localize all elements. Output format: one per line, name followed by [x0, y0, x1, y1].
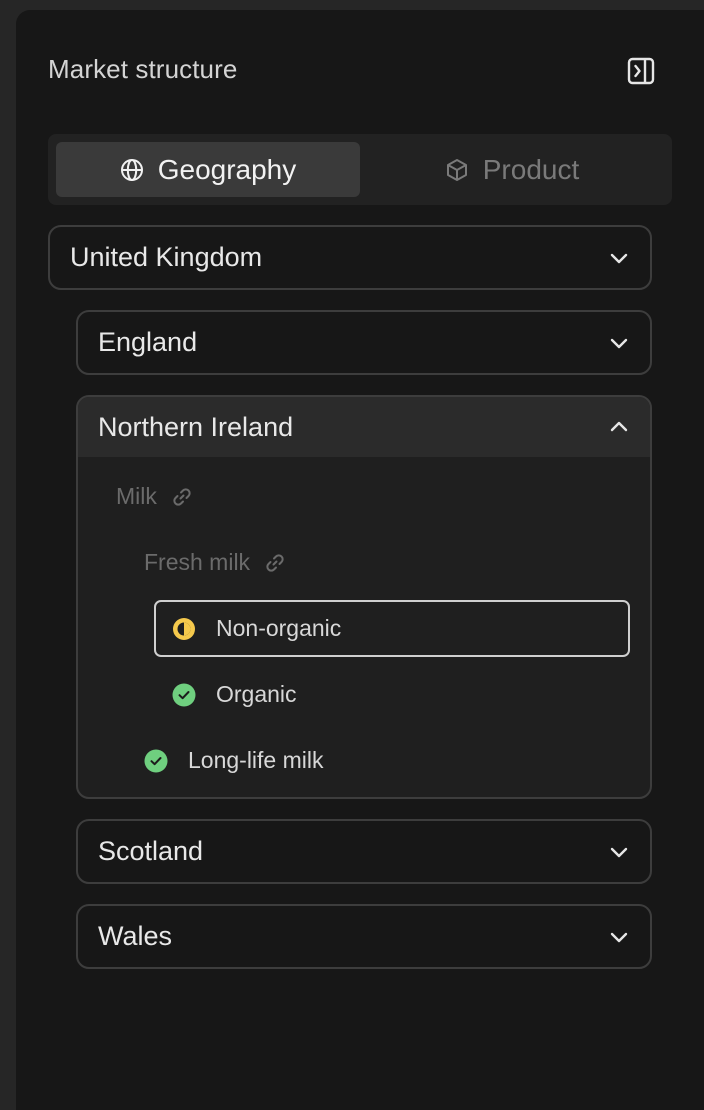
- in-progress-icon: [173, 617, 195, 640]
- tree-item-label: Organic: [216, 681, 297, 707]
- link-icon: [173, 487, 191, 506]
- tree-item-label: Milk: [116, 483, 157, 509]
- accordion-label: United Kingdom: [70, 242, 263, 272]
- accordion-header-wales[interactable]: Wales: [78, 906, 650, 967]
- chevron-up-icon: [608, 416, 630, 438]
- accordion-label: Scotland: [98, 836, 204, 866]
- tree-item-organic[interactable]: Organic: [172, 681, 297, 708]
- tab-product-label: Product: [482, 153, 580, 185]
- accordion-label: Northern Ireland: [98, 411, 294, 442]
- accordion-label: England: [98, 327, 198, 357]
- check-circle-icon: [144, 749, 168, 772]
- tree-item-fresh-milk[interactable]: Fresh milk: [144, 549, 286, 576]
- structure-tabs: Geography Product: [48, 134, 672, 205]
- sidebar-collapse-icon: [627, 57, 655, 85]
- accordion-united-kingdom: United Kingdom: [48, 225, 652, 290]
- market-structure-panel: Market structure Geography Product Unite…: [16, 10, 704, 1110]
- tree-item-label: Long-life milk: [188, 747, 324, 773]
- accordion-scotland: Scotland: [76, 819, 652, 884]
- accordion-label: Wales: [98, 921, 173, 951]
- tab-product[interactable]: Product: [360, 142, 664, 197]
- tree-item-label: Non-organic: [216, 615, 342, 641]
- chevron-down-icon: [608, 926, 630, 948]
- sidebar-collapse-button[interactable]: [626, 56, 656, 86]
- check-circle-icon: [172, 683, 196, 706]
- globe-icon: [120, 158, 143, 181]
- tree-item-non-organic[interactable]: Non-organic: [172, 615, 341, 642]
- panel-title: Market structure: [48, 54, 238, 84]
- tab-geography[interactable]: Geography: [56, 142, 360, 197]
- chevron-down-icon: [608, 841, 630, 863]
- tree-item-long-life-milk[interactable]: Long-life milk: [144, 747, 324, 774]
- chevron-down-icon: [608, 247, 630, 269]
- accordion-header-united-kingdom[interactable]: United Kingdom: [50, 227, 650, 288]
- accordion-header-scotland[interactable]: Scotland: [78, 821, 650, 882]
- tree-item-milk[interactable]: Milk: [116, 483, 193, 510]
- accordion-header-england[interactable]: England: [78, 312, 650, 373]
- chevron-down-icon: [608, 332, 630, 354]
- accordion-wales: Wales: [76, 904, 652, 969]
- cube-icon: [446, 158, 467, 181]
- accordion-england: England: [76, 310, 652, 375]
- tab-geography-label: Geography: [157, 153, 297, 185]
- tree-item-label: Fresh milk: [144, 549, 251, 575]
- accordion-header-northern-ireland[interactable]: Northern Ireland: [78, 397, 650, 457]
- link-icon: [266, 553, 284, 572]
- accordion-northern-ireland: Northern Ireland Milk Fresh milk Non-org…: [76, 395, 652, 799]
